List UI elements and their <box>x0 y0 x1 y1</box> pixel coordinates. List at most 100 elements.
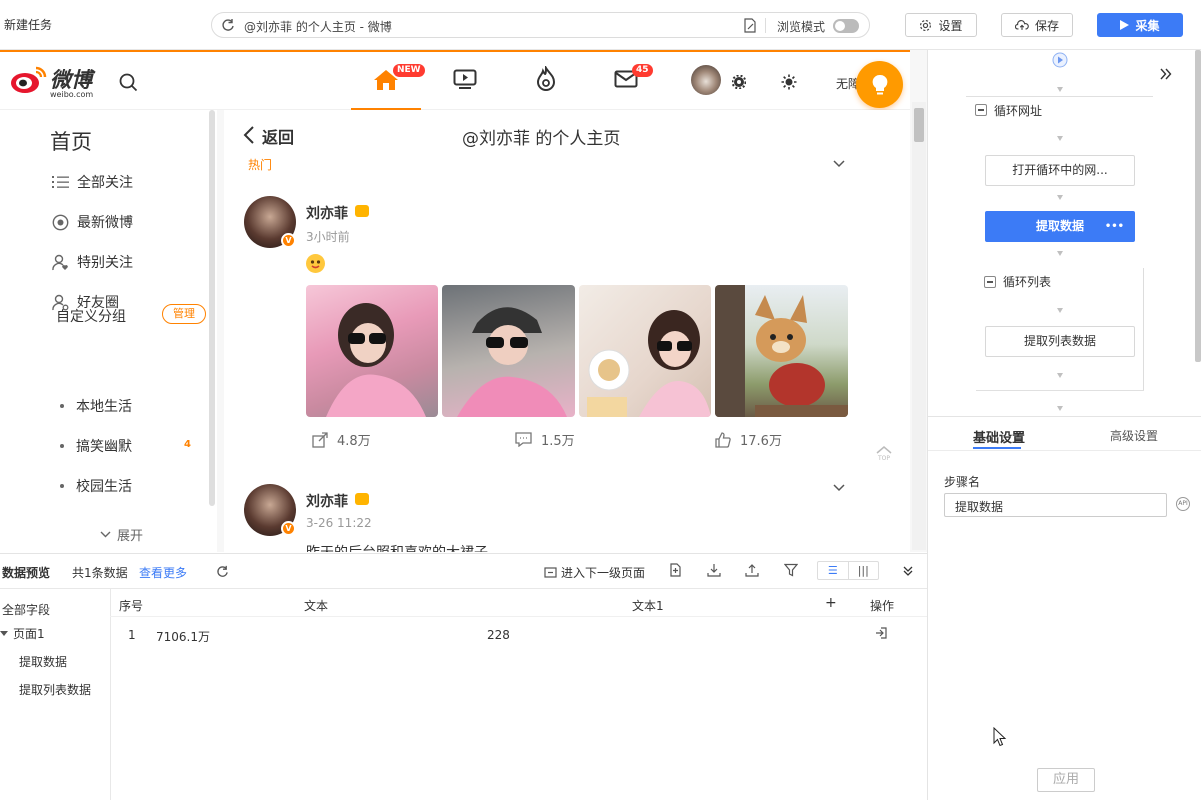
repost-button[interactable]: 4.8万 <box>312 430 371 449</box>
post-image[interactable] <box>579 285 711 417</box>
back-button[interactable]: 返回 <box>262 124 294 148</box>
page-scrollbar[interactable] <box>912 102 926 550</box>
extract-list-step[interactable]: 提取列表数据 <box>985 326 1135 357</box>
group-item-funny[interactable]: 搞笑幽默 <box>60 436 132 456</box>
scrollbar-thumb[interactable] <box>914 108 924 142</box>
chevron-down-icon[interactable] <box>833 484 845 492</box>
nav-video[interactable] <box>453 69 477 89</box>
post-text-clip: 昨天的后台照和喜欢的大裙子 <box>0 540 910 552</box>
collapse-preview-icon[interactable] <box>903 566 913 576</box>
post-author[interactable]: 刘亦菲 <box>306 491 348 511</box>
comment-button[interactable]: 1.5万 <box>515 430 575 449</box>
address-bar[interactable]: @刘亦菲 的个人主页 - 微博 浏览模式 <box>211 12 870 38</box>
table-cell-text[interactable]: 7106.1万 <box>156 628 210 645</box>
tree-page-node[interactable]: 页面1 <box>0 625 45 642</box>
download-icon[interactable] <box>707 563 721 577</box>
divider <box>110 589 111 800</box>
add-column-button[interactable]: + <box>825 595 837 611</box>
step-more-icon[interactable]: ••• <box>1105 212 1124 241</box>
column-header-actions: 操作 <box>870 599 895 613</box>
lightbulb-icon <box>872 74 887 94</box>
workflow-scrollbar[interactable] <box>1195 50 1201 362</box>
step-name-input[interactable]: 提取数据 <box>944 493 1167 517</box>
post-time[interactable]: 3-26 11:22 <box>306 516 372 530</box>
post-image[interactable] <box>715 285 848 417</box>
post-image[interactable] <box>442 285 575 417</box>
manage-group-button[interactable]: 管理 <box>162 304 206 324</box>
tree-all-fields[interactable]: 全部字段 <box>2 601 50 618</box>
collect-button[interactable]: 采集 <box>1097 13 1183 37</box>
table-cell-text1[interactable]: 228 <box>487 628 510 642</box>
user-avatar[interactable] <box>691 65 721 95</box>
flow-start-icon <box>1052 52 1068 68</box>
mouse-cursor <box>993 727 1007 747</box>
settings-button[interactable]: 设置 <box>905 13 977 37</box>
like-button[interactable]: 17.6万 <box>715 430 782 449</box>
left-nav-item-latest[interactable]: 最新微博 <box>52 212 133 232</box>
collapse-panel-icon[interactable] <box>1160 68 1172 80</box>
tab-advanced-settings[interactable]: 高级设置 <box>1110 427 1158 444</box>
group-item-label: 本地生活 <box>76 399 132 415</box>
group-item-local[interactable]: 本地生活 <box>60 396 132 416</box>
brightness-icon[interactable] <box>781 74 797 90</box>
back-arrow-icon[interactable] <box>243 126 255 144</box>
apply-button[interactable]: 应用 <box>1037 768 1095 792</box>
post-author[interactable]: 刘亦菲 <box>306 203 348 223</box>
browse-mode-toggle[interactable] <box>833 19 859 33</box>
post-time[interactable]: 3小时前 <box>306 228 350 245</box>
upload-icon[interactable] <box>745 563 759 577</box>
divider <box>0 588 927 589</box>
list-view-icon[interactable]: ☰ <box>818 562 849 579</box>
back-to-top-button[interactable]: TOP <box>872 444 896 462</box>
edit-page-icon[interactable] <box>743 18 757 33</box>
column-header-text1[interactable]: 文本1 <box>632 597 664 614</box>
column-header-index: 序号 <box>119 599 144 613</box>
nav-home[interactable]: NEW <box>372 64 425 92</box>
tree-field-extract-list[interactable]: 提取列表数据 <box>19 681 91 698</box>
api-icon[interactable]: API <box>1176 497 1190 511</box>
next-level-button[interactable]: 进入下一级页面 <box>544 564 645 581</box>
left-nav-scrollbar[interactable] <box>209 110 215 506</box>
view-more-link[interactable]: 查看更多 <box>139 564 187 581</box>
tree-field-extract[interactable]: 提取数据 <box>19 653 67 670</box>
row-action-icon[interactable] <box>875 627 887 639</box>
refresh-icon[interactable] <box>221 18 235 32</box>
settings-gear-icon[interactable] <box>732 75 746 89</box>
collapse-loop-icon[interactable] <box>975 104 987 116</box>
new-page-icon[interactable] <box>669 563 682 577</box>
loop-list-label: 循环列表 <box>1003 275 1052 289</box>
nav-hot[interactable] <box>535 66 557 92</box>
tab-basic-settings[interactable]: 基础设置 <box>973 427 1025 446</box>
verified-badge: V <box>281 521 296 536</box>
thumbs-up-icon <box>715 431 731 448</box>
home-new-badge: NEW <box>393 64 425 77</box>
chevron-down-icon[interactable] <box>833 160 845 168</box>
search-icon[interactable] <box>119 73 138 92</box>
save-label: 保存 <box>1034 18 1059 33</box>
chevron-down-icon <box>100 531 111 538</box>
caret-down-icon <box>0 630 8 636</box>
left-nav-item-all-follow[interactable]: 全部关注 <box>52 172 133 192</box>
column-header-text[interactable]: 文本 <box>304 597 328 614</box>
flow-arrow <box>1057 195 1063 200</box>
left-nav-item-special[interactable]: 特别关注 <box>52 252 133 272</box>
group-item-campus[interactable]: 校园生活 <box>60 476 132 496</box>
view-mode-toggle[interactable]: ☰ ||| <box>817 561 879 580</box>
extract-data-step[interactable]: 提取数据 ••• <box>985 211 1135 242</box>
hot-tag[interactable]: 热门 <box>248 156 272 173</box>
nav-messages[interactable]: 45 <box>614 64 653 88</box>
filter-icon[interactable] <box>784 563 798 577</box>
post-image[interactable] <box>306 285 438 417</box>
weibo-logo[interactable]: 微博 weibo.com <box>10 64 93 99</box>
left-nav-item-label: 最新微博 <box>77 215 133 231</box>
post-text[interactable]: 昨天的后台照和喜欢的大裙子 <box>306 542 488 552</box>
tip-button[interactable] <box>856 61 903 108</box>
comment-count: 1.5万 <box>541 434 575 449</box>
open-url-step[interactable]: 打开循环中的网... <box>985 155 1135 186</box>
refresh-icon[interactable] <box>216 565 229 578</box>
collapse-list-loop-icon[interactable] <box>984 276 996 288</box>
url-text[interactable]: @刘亦菲 的个人主页 - 微博 <box>244 18 392 35</box>
column-view-icon[interactable]: ||| <box>849 562 879 579</box>
left-nav-item-label: 全部关注 <box>77 175 133 191</box>
save-button[interactable]: 保存 <box>1001 13 1073 37</box>
